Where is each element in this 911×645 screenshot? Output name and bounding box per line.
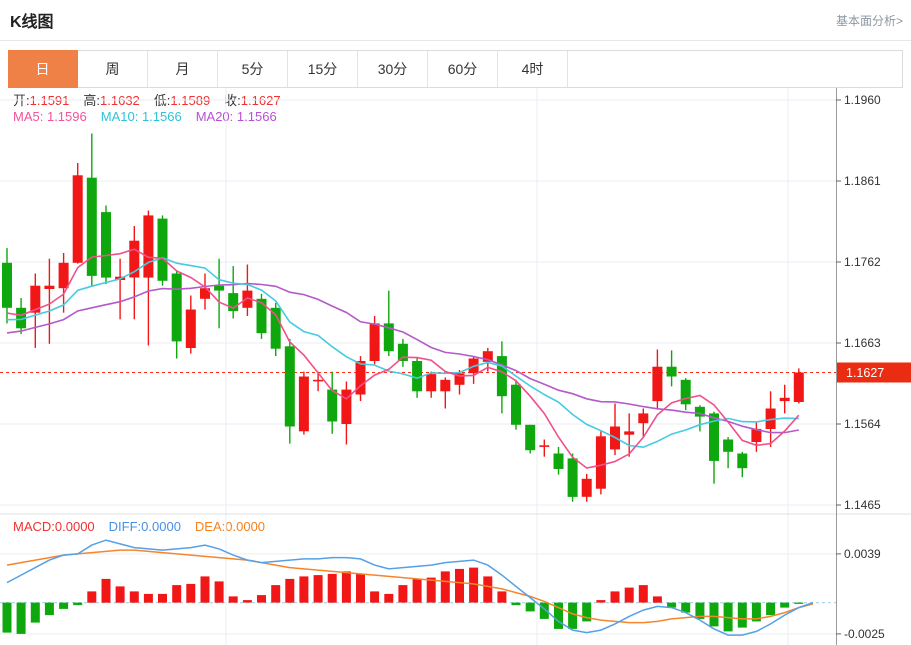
svg-text:1.1960: 1.1960 xyxy=(844,93,881,107)
svg-text:1.1465: 1.1465 xyxy=(844,498,881,512)
candles-layer xyxy=(2,134,804,502)
tab-15min[interactable]: 15分 xyxy=(288,51,358,87)
tab-30min[interactable]: 30分 xyxy=(358,51,428,87)
current-price-badge: 1.1627 xyxy=(837,363,911,383)
fundamental-analysis-link[interactable]: 基本面分析> xyxy=(836,12,903,29)
svg-text:-0.0025: -0.0025 xyxy=(844,627,885,641)
kline-widget: K线图 基本面分析> 日周月5分15分30分60分4时 开:1.1591高:1.… xyxy=(0,0,911,645)
tab-month[interactable]: 月 xyxy=(148,51,218,87)
svg-text:1.1564: 1.1564 xyxy=(844,417,881,431)
period-tabbar: 日周月5分15分30分60分4时 xyxy=(8,50,903,88)
dea-line xyxy=(7,550,813,623)
svg-text:0.0039: 0.0039 xyxy=(844,547,881,561)
current-price-badge-label: 1.1627 xyxy=(846,366,884,380)
svg-text:1.1861: 1.1861 xyxy=(844,174,881,188)
svg-text:1.1762: 1.1762 xyxy=(844,255,881,269)
tab-week[interactable]: 周 xyxy=(78,51,148,87)
tab-day[interactable]: 日 xyxy=(8,50,78,88)
tab-60min[interactable]: 60分 xyxy=(428,51,498,87)
tab-4hour[interactable]: 4时 xyxy=(498,51,568,87)
tab-5min[interactable]: 5分 xyxy=(218,51,288,87)
header-divider xyxy=(0,40,911,41)
svg-text:1.1663: 1.1663 xyxy=(844,336,881,350)
kline-chart-canvas[interactable]: 1.1960 1.1861 1.1762 1.1663 1.1564 1.1465 0.00… xyxy=(0,88,911,645)
page-title: K线图 xyxy=(10,8,54,32)
